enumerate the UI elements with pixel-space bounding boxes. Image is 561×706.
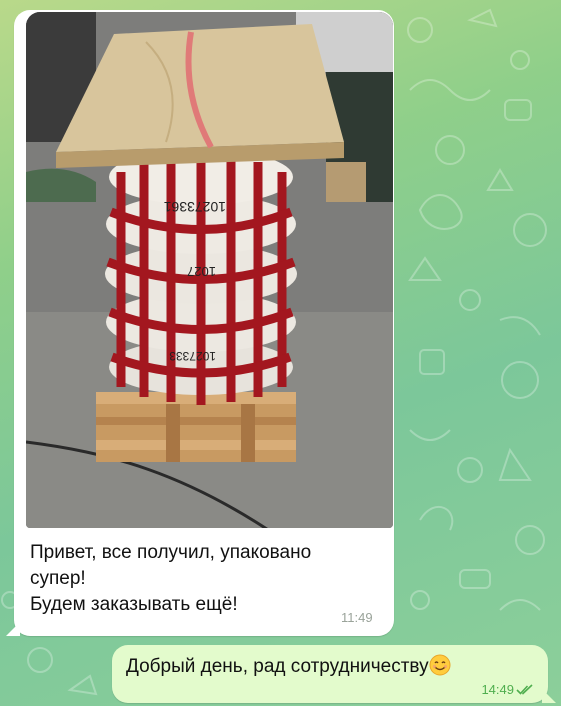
incoming-message-text: Привет, все получил, упаковано супер! Бу… [30, 540, 370, 618]
smiling-face-emoji-icon [429, 654, 451, 676]
message-line: Привет, все получил, упаковано [30, 542, 312, 563]
outgoing-message-meta: 14:49 [481, 682, 534, 697]
bubble-tail [542, 689, 556, 703]
outgoing-text: Добрый день, рад сотрудничеству [126, 656, 429, 677]
photo-label-low: 1027333 [169, 349, 216, 363]
photo-label-top: 10273361 [163, 199, 226, 215]
outgoing-message-time: 14:49 [481, 682, 514, 697]
message-line: супер! [30, 568, 86, 589]
incoming-message-time: 11:49 [341, 610, 373, 625]
photo-label-mid: 1027 [187, 264, 216, 279]
double-check-icon [516, 684, 533, 695]
bubble-tail [6, 622, 20, 636]
message-line: Будем заказывать ещё! [30, 594, 238, 615]
outgoing-message-bubble[interactable]: Добрый день, рад сотрудничеству 14:49 [112, 645, 556, 703]
outgoing-message-text: Добрый день, рад сотрудничеству [126, 654, 451, 680]
message-photo[interactable]: 10273361 1027 1027333 [26, 12, 393, 528]
